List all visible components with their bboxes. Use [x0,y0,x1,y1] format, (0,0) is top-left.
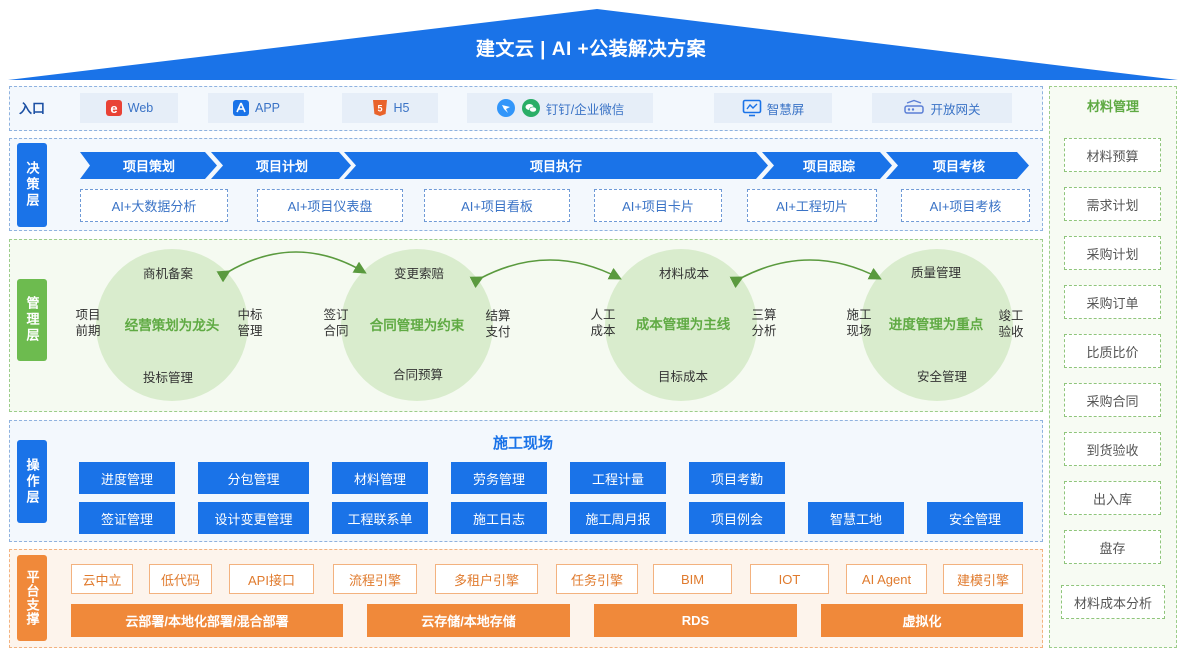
tool-project-dashboard[interactable]: AI+项目仪表盘 [257,189,403,222]
material-arrival-check[interactable]: 到货验收 [1064,432,1161,466]
op-labor[interactable]: 劳务管理 [451,462,547,494]
phase-planning[interactable]: 项目策划 [90,152,208,179]
circle-bottom-label: 目标成本 [657,370,708,384]
smart-screen-icon [742,99,762,117]
tool-engineering-slice[interactable]: AI+工程切片 [747,189,877,222]
material-quality-price[interactable]: 比质比价 [1064,334,1161,368]
op-design-change[interactable]: 设计变更管理 [198,502,309,534]
page-title: 建文云 | AI +公装解决方案 [475,39,707,60]
material-demand-plan[interactable]: 需求计划 [1064,187,1161,221]
entry-label: APP [254,101,280,115]
circle-top-label: 材料成本 [658,267,709,281]
material-inventory[interactable]: 盘存 [1064,530,1161,564]
phase-assessment[interactable]: 项目考核 [898,152,1020,179]
entry-app[interactable]: APP [208,93,304,123]
material-in-out[interactable]: 出入库 [1064,481,1161,515]
material-panel-title: 材料管理 [1086,99,1139,114]
tool-project-assessment[interactable]: AI+项目考核 [901,189,1030,222]
circle-bottom-label: 投标管理 [142,371,193,385]
circle-title: 经营策划为龙头 [124,318,220,333]
web-e-icon: e [105,99,123,117]
infra-deployment[interactable]: 云部署/本地化部署/混合部署 [71,604,343,637]
circle-bottom-label: 安全管理 [916,370,967,384]
tool-bigdata-analysis[interactable]: AI+大数据分析 [80,189,228,222]
wechat-icon [521,98,541,118]
platform-layer-label: 平台支撑 [17,555,47,641]
op-meeting[interactable]: 项目例会 [689,502,785,534]
circle-top-label: 质量管理 [910,266,961,280]
phase-execution[interactable]: 项目执行 [356,152,756,179]
op-weekly-report[interactable]: 施工周月报 [570,502,666,534]
svc-cloud-neutral[interactable]: 云中立 [71,564,133,594]
circle-right-label: 竣工 验收 [998,309,1024,339]
circle-top-label: 变更索赔 [393,267,444,281]
op-safety[interactable]: 安全管理 [927,502,1023,534]
entry-open-gateway[interactable]: 开放网关 [872,93,1012,123]
svc-bim[interactable]: BIM [653,564,732,594]
circle-left-label: 人工 成本 [590,308,616,338]
entry-h5[interactable]: 5 H5 [342,93,438,123]
tool-project-kanban[interactable]: AI+项目看板 [424,189,570,222]
gateway-icon [903,99,925,117]
entry-label: Web [127,101,154,115]
circle-bottom-label: 合同预算 [392,368,443,382]
infra-storage[interactable]: 云存储/本地存储 [367,604,570,637]
svc-modeling-engine[interactable]: 建模引擎 [943,564,1023,594]
svg-text:5: 5 [377,104,382,114]
op-measurement[interactable]: 工程计量 [570,462,666,494]
phase-tracking[interactable]: 项目跟踪 [774,152,884,179]
circle-title: 进度管理为重点 [888,317,984,332]
entry-smart-screen[interactable]: 智慧屏 [714,93,832,123]
entry-label: 钉钉/企业微信 [545,102,625,117]
circle-title: 合同管理为约束 [369,318,465,333]
op-smart-site[interactable]: 智慧工地 [808,502,904,534]
op-material[interactable]: 材料管理 [332,462,428,494]
infra-virtualization[interactable]: 虚拟化 [821,604,1023,637]
svc-iot[interactable]: IOT [750,564,829,594]
entry-dingtalk-wechat[interactable]: 钉钉/企业微信 [467,93,653,123]
op-contact-sheet[interactable]: 工程联系单 [332,502,428,534]
circle-title: 成本管理为主线 [635,317,731,332]
svc-low-code[interactable]: 低代码 [149,564,212,594]
dingtalk-icon [496,98,516,118]
operation-title: 施工现场 [492,435,553,452]
op-subcontract[interactable]: 分包管理 [198,462,309,494]
entry-label: 开放网关 [930,102,981,117]
material-purchase-plan[interactable]: 采购计划 [1064,236,1161,270]
html5-icon: 5 [371,99,389,117]
circle-left-label: 项目 前期 [75,308,101,338]
op-visa[interactable]: 签证管理 [79,502,175,534]
circle-right-label: 结算 支付 [485,309,511,339]
decision-layer-label: 决策层 [17,143,47,227]
op-progress[interactable]: 进度管理 [79,462,175,494]
material-purchase-contract[interactable]: 采购合同 [1064,383,1161,417]
entry-label: H5 [393,101,410,115]
svc-workflow-engine[interactable]: 流程引擎 [333,564,417,594]
infra-rds[interactable]: RDS [594,604,797,637]
circle-right-label: 中标 管理 [237,308,263,338]
entry-layer-label: 入口 [19,101,46,116]
circle-left-label: 施工 现场 [846,308,872,338]
circle-top-label: 商机备案 [142,267,193,281]
circle-left-label: 签订 合同 [323,308,349,338]
app-store-icon [232,99,250,117]
op-attendance[interactable]: 项目考勤 [689,462,785,494]
phase-scheduling[interactable]: 项目计划 [223,152,341,179]
svc-ai-agent[interactable]: AI Agent [846,564,927,594]
svc-multitenant-engine[interactable]: 多租户引擎 [435,564,538,594]
material-cost-analysis[interactable]: 材料成本分析 [1061,585,1165,619]
management-layer-label: 管理层 [17,279,47,361]
entry-web[interactable]: e Web [80,93,178,123]
svc-task-engine[interactable]: 任务引擎 [556,564,638,594]
svg-text:e: e [110,101,117,116]
svc-api[interactable]: API接口 [229,564,314,594]
op-site-log[interactable]: 施工日志 [451,502,547,534]
material-budget[interactable]: 材料预算 [1064,138,1161,172]
operation-layer-label: 操作层 [17,440,47,523]
circle-right-label: 三算 分析 [751,308,777,338]
tool-project-card[interactable]: AI+项目卡片 [594,189,722,222]
entry-label: 智慧屏 [766,102,805,117]
material-purchase-order[interactable]: 采购订单 [1064,285,1161,319]
